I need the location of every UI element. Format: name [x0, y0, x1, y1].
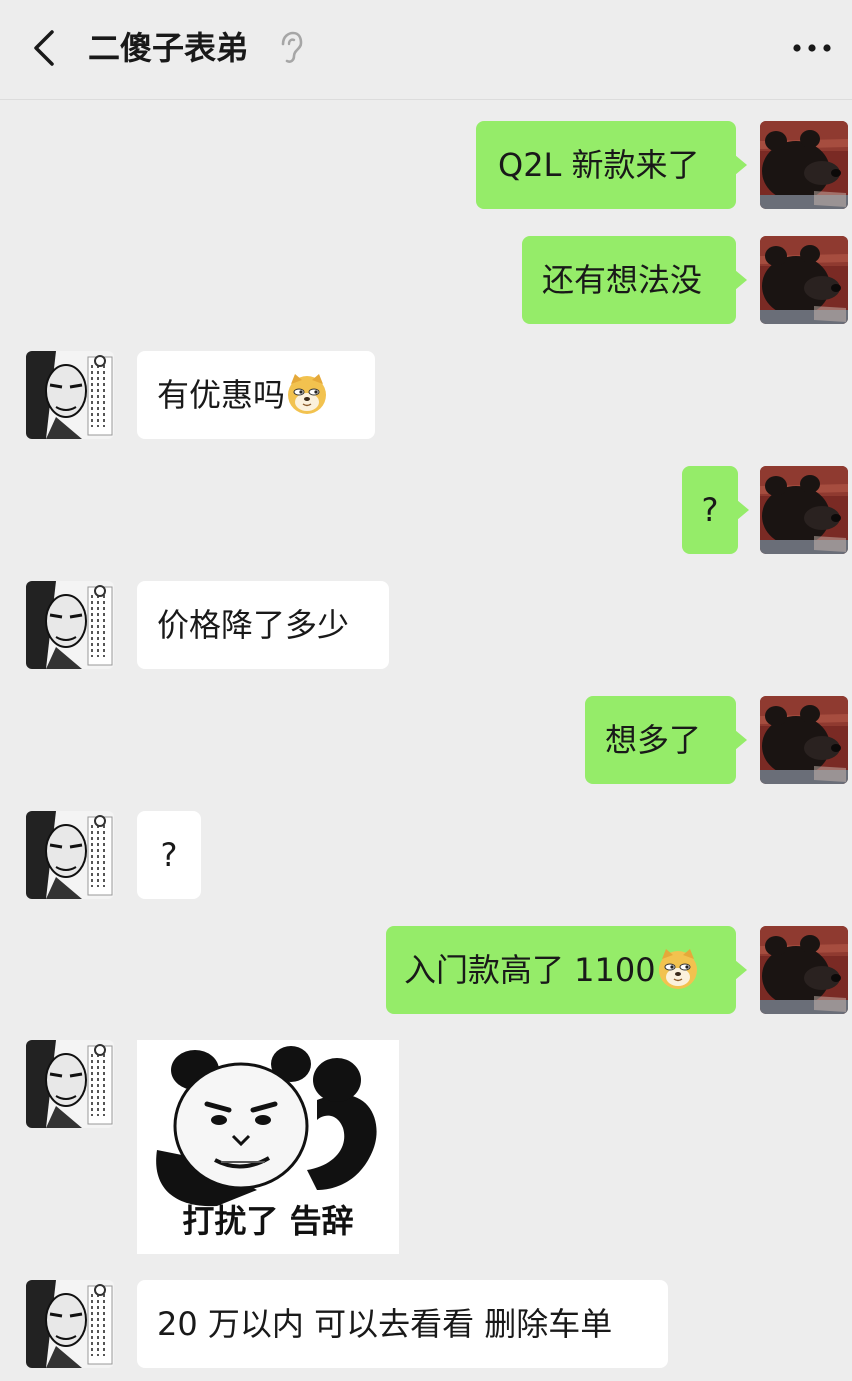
message-bubble-outgoing[interactable]: ? [682, 466, 749, 554]
chevron-left-icon [34, 30, 54, 66]
my-avatar[interactable] [760, 466, 848, 554]
message-text: 想多了 [605, 721, 702, 759]
message-text: ? [701, 491, 719, 529]
message-bubble-outgoing[interactable]: 入门款高了 1100 [386, 926, 747, 1014]
panda-meme-sticker[interactable]: 打扰了 告辞 [137, 1040, 399, 1254]
ear-icon [278, 30, 304, 66]
message-bubble-incoming[interactable]: 20 万以内 可以去看看 删除车单 [137, 1280, 668, 1368]
message-text: 20 万以内 可以去看看 删除车单 [157, 1305, 613, 1343]
contact-avatar[interactable] [26, 1040, 114, 1128]
my-avatar[interactable] [760, 926, 848, 1014]
message-bubble-incoming[interactable]: ? [137, 811, 201, 899]
sticker-caption: 打扰了 告辞 [182, 1202, 354, 1240]
message-text: Q2L 新款来了 [498, 146, 700, 184]
message-bubble-incoming[interactable]: 价格降了多少 [137, 581, 389, 669]
back-button[interactable] [24, 26, 64, 70]
my-avatar[interactable] [760, 121, 848, 209]
chat-title: 二傻子表弟 [88, 29, 249, 67]
doge-emoji-icon [285, 372, 329, 416]
message-text: 还有想法没 [542, 261, 703, 299]
contact-avatar[interactable] [26, 811, 114, 899]
contact-avatar[interactable] [26, 581, 114, 669]
more-dots-icon [793, 44, 831, 52]
message-text: 有优惠吗 [157, 376, 286, 414]
chat-header: 二傻子表弟 [0, 0, 852, 100]
contact-avatar[interactable] [26, 351, 114, 439]
contact-avatar[interactable] [26, 1280, 114, 1368]
message-text: 价格降了多少 [157, 606, 350, 644]
my-avatar[interactable] [760, 236, 848, 324]
message-bubble-outgoing[interactable]: 还有想法没 [522, 236, 747, 324]
message-text: 入门款高了 1100 [404, 951, 656, 989]
message-text: ? [160, 836, 178, 874]
doge-emoji-icon [656, 947, 700, 991]
message-bubble-outgoing[interactable]: 想多了 [585, 696, 747, 784]
my-avatar[interactable] [760, 696, 848, 784]
message-bubble-outgoing[interactable]: Q2L 新款来了 [476, 121, 747, 209]
message-bubble-incoming[interactable]: 有优惠吗 [137, 351, 375, 439]
more-options-button[interactable] [790, 30, 834, 66]
